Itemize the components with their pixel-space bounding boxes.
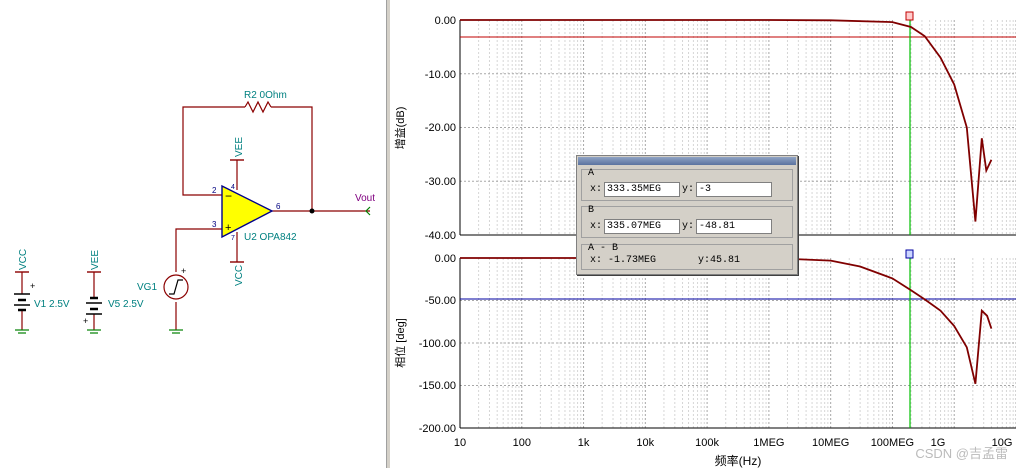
cursor-b-group: B x: 335.07MEG y: -48.81 <box>581 205 793 238</box>
cursor-a-y-label: y: <box>682 184 695 195</box>
xtick-10k: 10k <box>636 437 654 449</box>
gain-ytick-3: -30.00 <box>425 176 456 188</box>
cursor-diff-x: x: -1.73MEG <box>590 255 657 266</box>
x-axis-label: 频率(Hz) <box>715 453 762 468</box>
cursor-a-group: A x: 333.35MEG y: -3 <box>581 168 793 201</box>
phase-trace <box>460 257 993 385</box>
xtick-100k: 100k <box>695 437 719 449</box>
v1-plus: + <box>30 281 35 291</box>
xtick-100meg: 100MEG <box>871 437 914 449</box>
pin-2-label: 2 <box>212 186 217 195</box>
v5-plus: + <box>83 316 88 326</box>
xtick-10meg: 10MEG <box>812 437 849 449</box>
phase-grid <box>460 258 1016 428</box>
cursor-b-handle[interactable] <box>905 249 914 259</box>
cursor-readout-panel[interactable]: A x: 333.35MEG y: -3 B x: 335.07MEG y: -… <box>576 155 798 275</box>
xtick-1meg: 1MEG <box>753 437 784 449</box>
vg1-label: VG1 <box>137 282 157 293</box>
pin-4-label: 4 <box>231 184 235 191</box>
phase-ytick-3: -150.00 <box>419 380 456 392</box>
u2-label: U2 OPA842 <box>244 232 297 243</box>
cursor-diff-group: A - B x: -1.73MEG y:45.81 <box>581 243 793 270</box>
phase-ytick-4: -200.00 <box>419 423 456 435</box>
cursor-panel-titlebar[interactable] <box>578 157 796 165</box>
wires <box>21 106 370 330</box>
cursor-b-y-field[interactable]: -48.81 <box>696 219 772 234</box>
cursor-diff-header: A - B <box>588 243 619 254</box>
gain-ytick-4: -40.00 <box>425 230 456 242</box>
schematic-canvas[interactable]: R2 0Ohm − + 2 3 6 4 7 U2 OPA842 VEE VCC … <box>0 0 390 468</box>
gain-ytick-1: -10.00 <box>425 69 456 81</box>
cursor-b-y-label: y: <box>682 221 695 232</box>
cursor-a-x-label: x: <box>590 184 603 195</box>
schematic-svg: R2 0Ohm − + 2 3 6 4 7 U2 OPA842 VEE VCC … <box>14 90 375 334</box>
output-junction <box>309 208 315 214</box>
vcc-label-opamp: VCC <box>234 265 245 286</box>
phase-ytick-2: -100.00 <box>419 338 456 350</box>
opamp-minus-sign: − <box>225 189 232 203</box>
resistor-r2-symbol[interactable] <box>244 100 272 114</box>
v5-label: V5 2.5V <box>108 299 144 310</box>
vout-label: Vout <box>355 193 375 204</box>
vee-label-v5: VEE <box>90 250 101 270</box>
cursor-a-header: A <box>588 168 595 179</box>
gain-ytick-2: -20.00 <box>425 122 456 134</box>
xtick-100: 100 <box>513 437 531 449</box>
cursor-b-x-label: x: <box>590 221 603 232</box>
gain-ylabel: 增益(dB) <box>393 107 407 150</box>
vcc-label-v1: VCC <box>18 249 29 270</box>
pin-7-label: 7 <box>231 235 235 242</box>
cursor-diff-y: y:45.81 <box>698 255 741 266</box>
cursor-a-handle[interactable] <box>905 11 914 21</box>
vee-label-opamp: VEE <box>234 137 245 157</box>
phase-ylabel: 相位 [deg] <box>393 318 407 368</box>
cursor-b-header: B <box>588 205 595 216</box>
pin-6-label: 6 <box>276 202 281 211</box>
opamp-plus-sign: + <box>225 222 231 234</box>
v1-label: V1 2.5V <box>34 299 70 310</box>
pin-3-label: 3 <box>212 220 217 229</box>
xtick-10: 10 <box>454 437 466 449</box>
cursor-b-x-field[interactable]: 335.07MEG <box>604 219 680 234</box>
vg1-plus: + <box>181 266 186 276</box>
r2-label: R2 0Ohm <box>244 90 287 101</box>
phase-ytick-1: -50.00 <box>425 295 456 307</box>
phase-ytick-0: 0.00 <box>435 253 456 265</box>
watermark: CSDN @吉孟雷 <box>915 446 1008 461</box>
gain-ytick-0: 0.00 <box>435 15 456 27</box>
xtick-1k: 1k <box>578 437 590 449</box>
cursor-a-y-field[interactable]: -3 <box>696 182 772 197</box>
cursor-a-x-field[interactable]: 333.35MEG <box>604 182 680 197</box>
